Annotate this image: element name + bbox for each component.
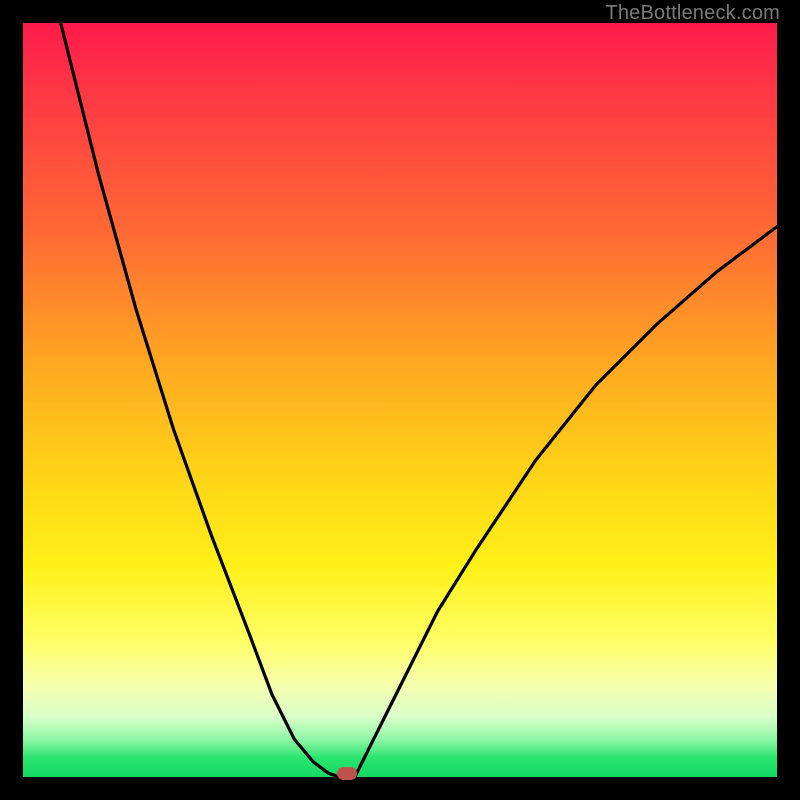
optimum-marker bbox=[337, 767, 357, 780]
curve-right bbox=[355, 227, 777, 777]
bottleneck-curve bbox=[23, 23, 777, 777]
watermark-text: TheBottleneck.com bbox=[605, 2, 780, 25]
plot-area bbox=[23, 23, 777, 777]
chart-frame: TheBottleneck.com bbox=[0, 0, 800, 800]
curve-left bbox=[61, 23, 340, 777]
